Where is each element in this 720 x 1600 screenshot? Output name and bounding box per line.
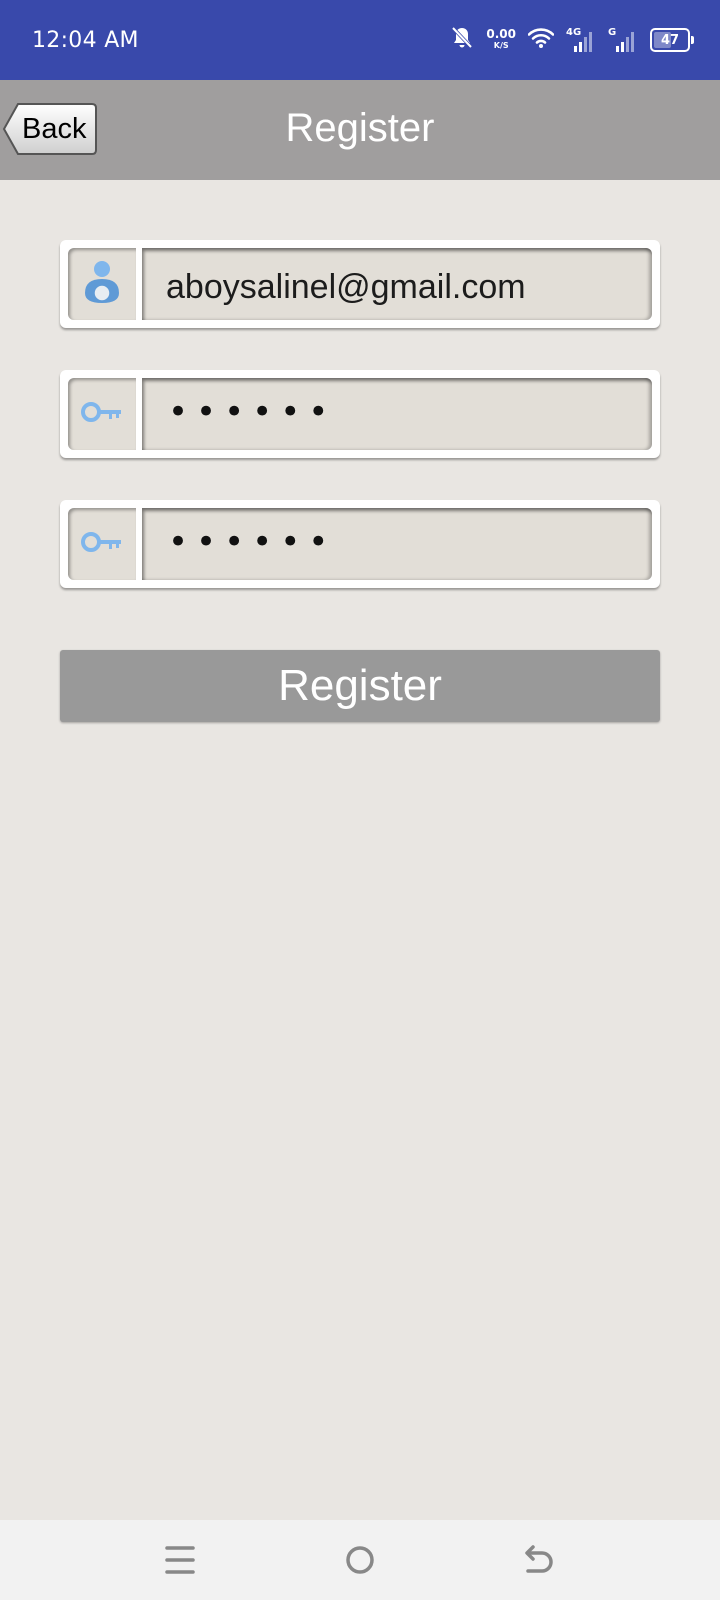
confirm-password-icon-cell bbox=[68, 508, 136, 580]
back-nav-button[interactable] bbox=[518, 1538, 562, 1582]
net-speed-value: 0.00 bbox=[486, 27, 516, 41]
battery-indicator: 47 bbox=[650, 28, 694, 52]
email-value: aboysalinel@gmail.com bbox=[166, 268, 526, 306]
confirm-password-value: •••••• bbox=[168, 522, 337, 562]
password-value: •••••• bbox=[168, 392, 337, 432]
user-icon bbox=[82, 259, 122, 310]
password-field: •••••• bbox=[60, 370, 660, 458]
password-input[interactable]: •••••• bbox=[142, 378, 652, 450]
net-speed-unit: K/S bbox=[493, 41, 509, 50]
email-field: aboysalinel@gmail.com bbox=[60, 240, 660, 328]
key-icon bbox=[81, 400, 123, 429]
status-time: 12:04 AM bbox=[32, 28, 139, 53]
key-icon bbox=[81, 530, 123, 559]
back-arrow-icon bbox=[518, 1545, 562, 1586]
confirm-password-input[interactable]: •••••• bbox=[142, 508, 652, 580]
bell-off-icon bbox=[450, 25, 474, 56]
menu-icon bbox=[158, 1546, 202, 1586]
menu-button[interactable] bbox=[158, 1538, 202, 1582]
email-input[interactable]: aboysalinel@gmail.com bbox=[142, 248, 652, 320]
net-speed: 0.00 K/S bbox=[486, 27, 516, 51]
email-icon-cell bbox=[68, 248, 136, 320]
signal-g: G bbox=[608, 27, 638, 53]
battery-level: 47 bbox=[660, 32, 680, 48]
navigation-bar bbox=[0, 1520, 720, 1600]
title-bar: Back Register bbox=[0, 80, 720, 180]
confirm-password-field: •••••• bbox=[60, 500, 660, 588]
register-button[interactable]: Register bbox=[60, 650, 660, 722]
password-icon-cell bbox=[68, 378, 136, 450]
wifi-icon bbox=[527, 27, 555, 54]
status-bar: 12:04 AM 0.00 K/S 4G G 47 bbox=[0, 0, 720, 80]
signal-4g: 4G bbox=[566, 27, 596, 53]
home-button[interactable] bbox=[338, 1538, 382, 1582]
status-icons: 0.00 K/S 4G G 47 bbox=[450, 25, 694, 56]
page-title: Register bbox=[285, 106, 435, 150]
home-circle-icon bbox=[338, 1546, 382, 1586]
